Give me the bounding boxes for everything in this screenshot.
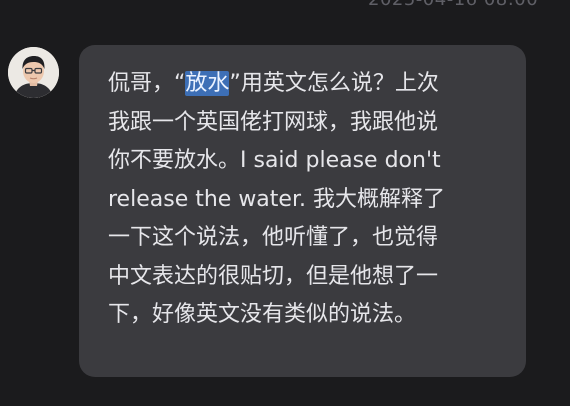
message-timestamp: 2025-04-16 08:00: [368, 0, 538, 10]
message-text-body: ”用英文怎么说？上次 我跟一个英国佬打网球，我跟他说 你不要放水。I said …: [108, 71, 445, 327]
selected-text-highlight[interactable]: 放水: [185, 71, 230, 96]
sender-avatar[interactable]: [8, 47, 59, 98]
message-text-prefix: 侃哥，“: [108, 71, 186, 96]
message-text[interactable]: 侃哥，“放水”用英文怎么说？上次 我跟一个英国佬打网球，我跟他说 你不要放水。I…: [108, 65, 500, 335]
user-avatar-photo-icon: [8, 47, 59, 98]
message-bubble[interactable]: 侃哥，“放水”用英文怎么说？上次 我跟一个英国佬打网球，我跟他说 你不要放水。I…: [79, 45, 526, 377]
